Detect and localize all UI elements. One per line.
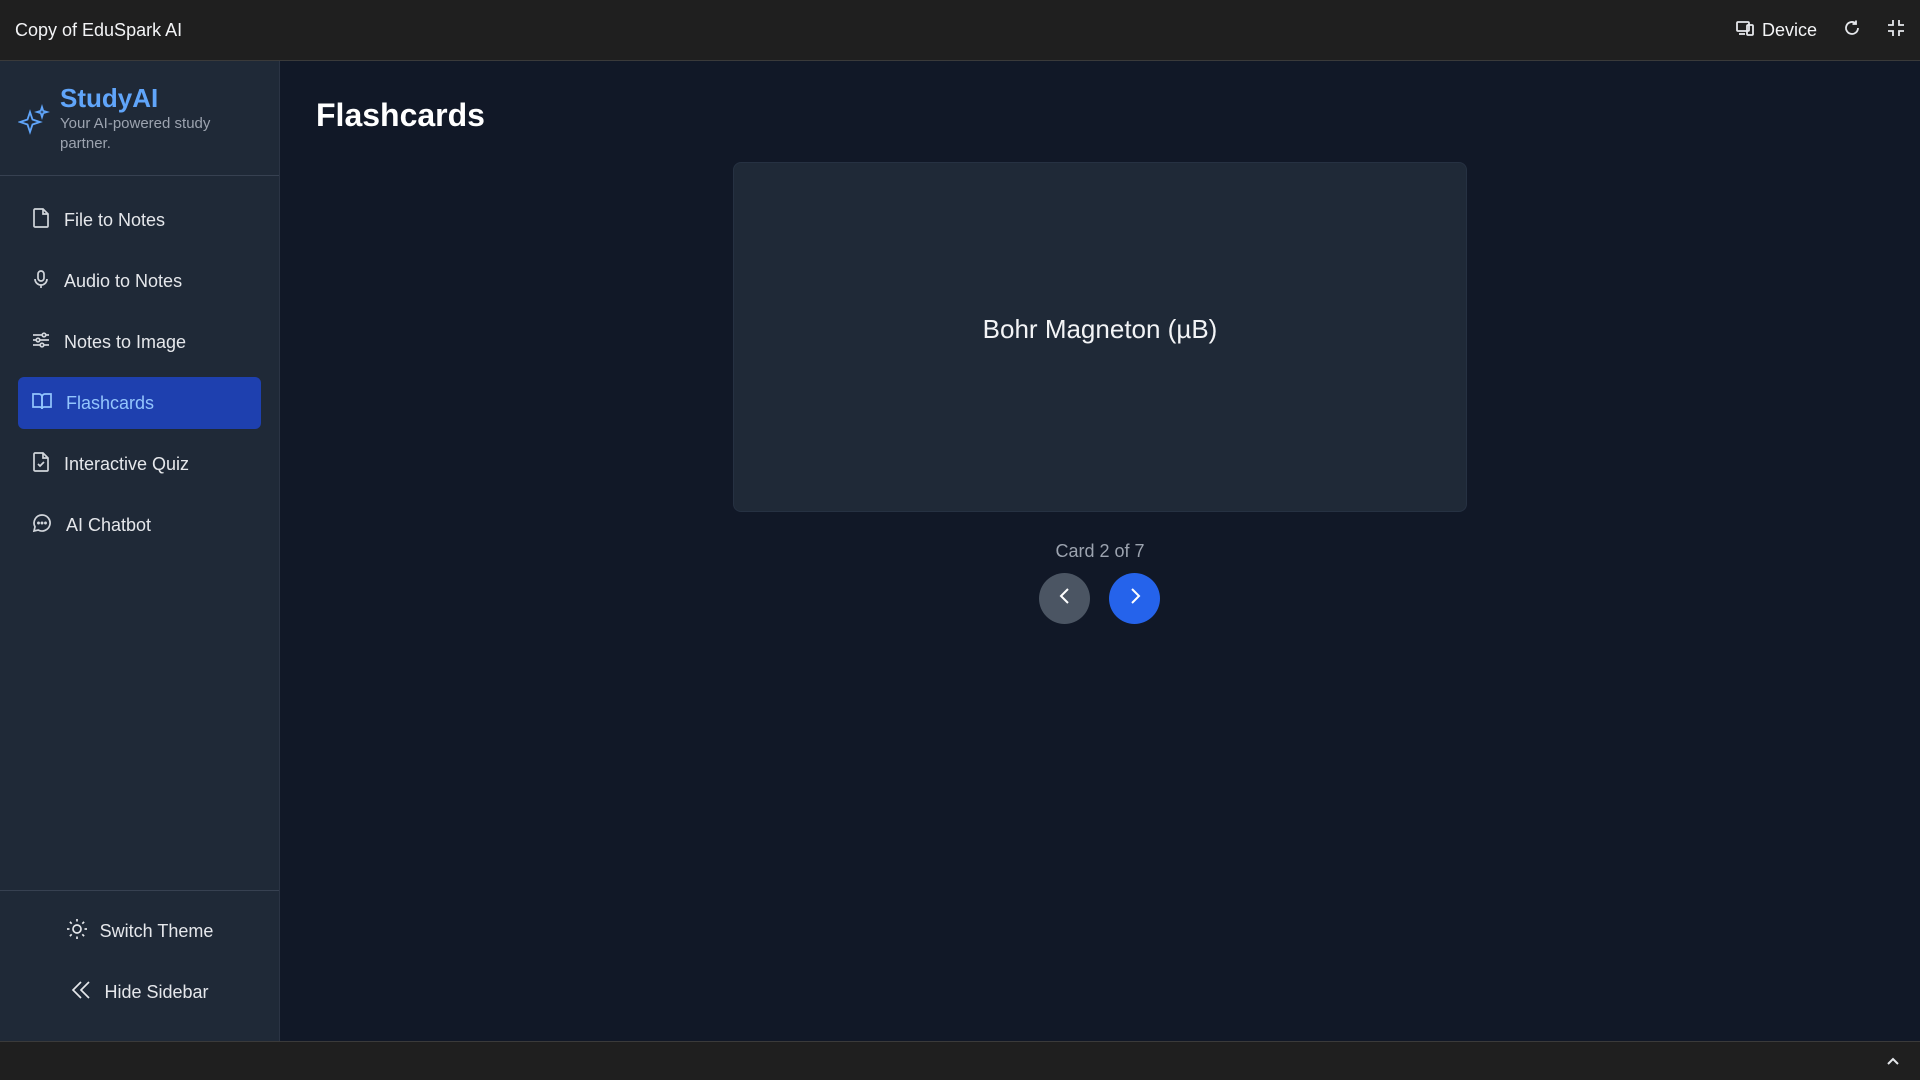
window-title: Copy of EduSpark AI: [15, 19, 183, 40]
device-button[interactable]: Device: [1736, 20, 1817, 41]
chevron-up-icon[interactable]: [1886, 1054, 1900, 1073]
sun-icon: [66, 918, 88, 945]
sidebar-item-label: Audio to Notes: [64, 270, 183, 291]
switch-theme-button[interactable]: Switch Theme: [18, 909, 261, 953]
flashcard-text: Bohr Magneton (µB): [982, 313, 1218, 344]
sidebar-nav: File to Notes Audio to Notes Notes to Im…: [0, 176, 279, 551]
sliders-icon: [32, 331, 50, 354]
sidebar-footer: Switch Theme Hide Sidebar: [0, 890, 279, 1041]
flashcard[interactable]: Bohr Magneton (µB): [733, 162, 1467, 512]
brand-name: StudyAI: [60, 83, 159, 113]
card-counter: Card 2 of 7: [1055, 541, 1145, 561]
card-navigation: [1039, 573, 1160, 624]
sidebar: StudyAI Your AI-powered study partner. F…: [0, 61, 280, 1041]
previous-card-button[interactable]: [1039, 573, 1090, 624]
sidebar-item-audio-to-notes[interactable]: Audio to Notes: [18, 255, 261, 307]
chevron-left-icon: [1055, 586, 1075, 611]
page-title: Flashcards: [316, 97, 485, 133]
sidebar-item-flashcards[interactable]: Flashcards: [18, 377, 261, 429]
next-card-button[interactable]: [1109, 573, 1160, 624]
device-label: Device: [1761, 19, 1817, 40]
file-icon: [32, 207, 50, 233]
titlebar-controls: Device: [1736, 19, 1905, 42]
bottom-bar: [0, 1041, 1920, 1080]
sidebar-item-file-to-notes[interactable]: File to Notes: [18, 194, 261, 246]
chat-bubble-icon: [32, 513, 52, 538]
window-titlebar: Copy of EduSpark AI Device: [0, 0, 1920, 61]
device-icon: [1736, 20, 1754, 41]
microphone-icon: [32, 269, 50, 294]
chevron-right-icon: [1125, 586, 1145, 611]
refresh-icon[interactable]: [1843, 19, 1861, 42]
sidebar-item-ai-chatbot[interactable]: AI Chatbot: [18, 499, 261, 551]
sidebar-item-notes-to-image[interactable]: Notes to Image: [18, 316, 261, 368]
sidebar-item-label: AI Chatbot: [66, 514, 152, 535]
sidebar-item-label: File to Notes: [64, 209, 166, 230]
book-open-icon: [32, 392, 52, 415]
sidebar-item-label: Flashcards: [66, 392, 155, 413]
hide-sidebar-button[interactable]: Hide Sidebar: [18, 970, 261, 1014]
main-content: Flashcards Bohr Magneton (µB) Card 2 of …: [281, 61, 1920, 1041]
sparkles-icon: [17, 104, 50, 141]
fullscreen-exit-icon[interactable]: [1887, 19, 1905, 42]
chevrons-left-icon: [70, 979, 92, 1006]
brand: StudyAI Your AI-powered study partner.: [0, 61, 279, 176]
file-check-icon: [32, 451, 50, 477]
sidebar-item-label: Notes to Image: [64, 331, 187, 352]
sidebar-item-label: Interactive Quiz: [64, 453, 190, 474]
sidebar-item-interactive-quiz[interactable]: Interactive Quiz: [18, 438, 261, 490]
switch-theme-label: Switch Theme: [99, 920, 214, 941]
brand-tagline: Your AI-powered study partner.: [60, 115, 211, 152]
hide-sidebar-label: Hide Sidebar: [104, 981, 209, 1002]
